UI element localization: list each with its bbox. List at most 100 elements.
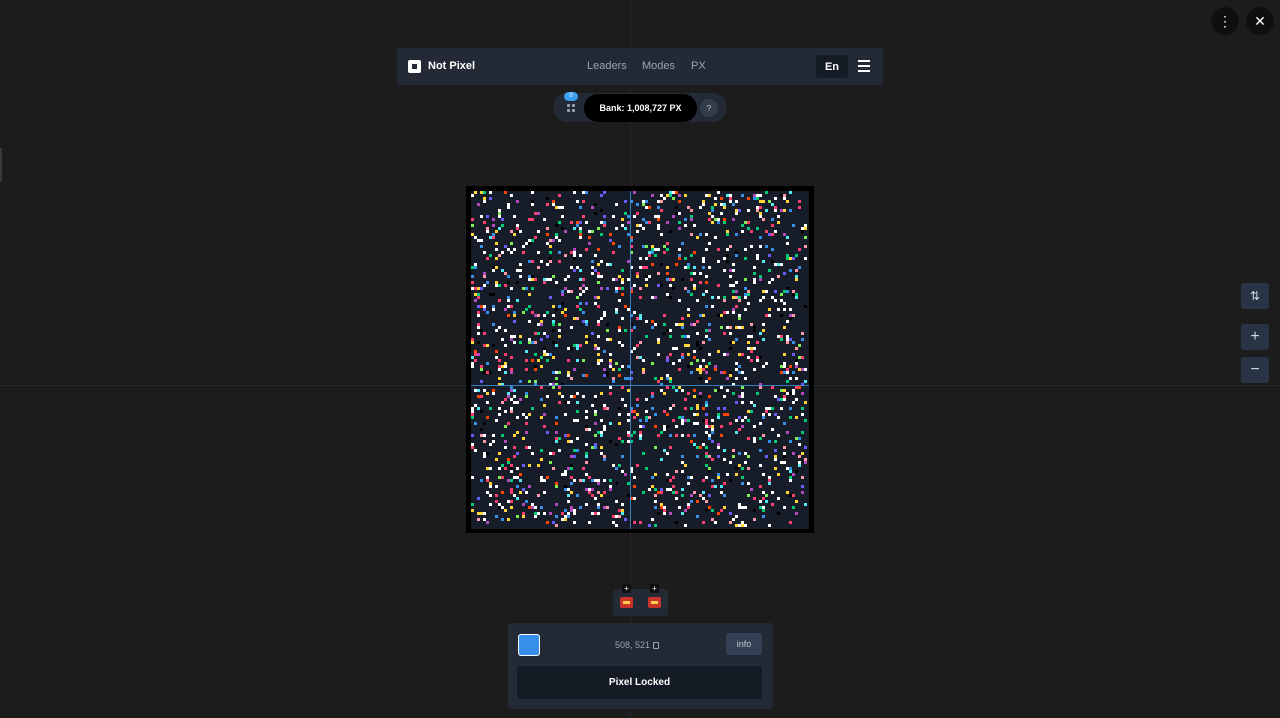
canvas-pixel — [795, 362, 798, 365]
canvas-pixel — [483, 251, 486, 254]
canvas-pixel — [702, 419, 705, 422]
canvas-pixel — [744, 461, 747, 464]
canvas-pixel — [792, 494, 795, 497]
zoom-in-button[interactable]: + — [1241, 324, 1269, 350]
canvas-pixel — [792, 392, 795, 395]
hamburger-menu-button[interactable] — [858, 60, 870, 72]
pixel-locked-button[interactable]: Pixel Locked — [517, 666, 762, 699]
booster-plus-icon[interactable]: + — [622, 584, 631, 593]
selected-color-swatch[interactable] — [518, 634, 540, 656]
canvas-pixel — [768, 440, 771, 443]
canvas-pixel — [681, 389, 684, 392]
canvas-pixel — [720, 434, 723, 437]
canvas-pixel — [702, 497, 705, 500]
info-button[interactable]: info — [726, 633, 762, 655]
canvas-pixel — [759, 485, 762, 488]
pixel-coordinates[interactable]: 508, 521 — [615, 640, 660, 650]
grid-dots-icon[interactable] — [567, 104, 575, 112]
canvas-pixel — [747, 335, 750, 338]
canvas-pixel — [795, 254, 798, 257]
canvas-pixel — [471, 413, 474, 416]
bank-balance-pill[interactable]: Bank: 1,008,727 PX — [584, 94, 697, 122]
canvas-pixel — [573, 455, 576, 458]
canvas-pixel — [507, 299, 510, 302]
canvas-pixel — [762, 200, 765, 203]
canvas-pixel — [510, 398, 513, 401]
close-button[interactable]: ✕ — [1246, 7, 1274, 35]
canvas-pixel — [564, 518, 567, 521]
canvas-pixel — [594, 422, 597, 425]
canvas-pixel — [654, 446, 657, 449]
canvas-pixel — [702, 314, 705, 317]
canvas-pixel — [555, 482, 558, 485]
canvas-pixel — [534, 365, 537, 368]
canvas-pixel — [750, 350, 753, 353]
canvas-pixel — [582, 200, 585, 203]
canvas-pixel — [561, 395, 564, 398]
zoom-out-button[interactable]: − — [1241, 357, 1269, 383]
canvas-pixel — [567, 500, 570, 503]
nav-link-modes[interactable]: Modes — [642, 60, 675, 72]
canvas-pixel — [606, 374, 609, 377]
canvas-pixel — [747, 437, 750, 440]
canvas-pixel — [729, 269, 732, 272]
canvas-pixel — [489, 371, 492, 374]
canvas-pixel — [561, 311, 564, 314]
canvas-pixel — [471, 434, 474, 437]
canvas-pixel — [558, 323, 561, 326]
canvas-pixel — [723, 332, 726, 335]
canvas-pixel — [591, 206, 594, 209]
canvas-pixel — [471, 281, 474, 284]
more-options-button[interactable]: ⋮ — [1211, 7, 1239, 35]
canvas-pixel — [783, 209, 786, 212]
nav-link-px[interactable]: PX — [691, 60, 706, 72]
canvas-pixel — [711, 479, 714, 482]
canvas-pixel — [690, 494, 693, 497]
canvas-pixel — [660, 389, 663, 392]
pixel-canvas[interactable] — [471, 191, 809, 529]
canvas-pixel — [666, 356, 669, 359]
help-button[interactable]: ? — [700, 99, 718, 117]
canvas-pixel — [642, 491, 645, 494]
canvas-pixel — [519, 479, 522, 482]
canvas-pixel — [483, 332, 486, 335]
canvas-pixel — [513, 314, 516, 317]
canvas-pixel — [699, 494, 702, 497]
booster-plus-icon[interactable]: + — [650, 584, 659, 593]
canvas-pixel — [780, 389, 783, 392]
canvas-pixel — [531, 200, 534, 203]
nav-link-leaders[interactable]: Leaders — [587, 60, 627, 72]
canvas-pixel — [546, 476, 549, 479]
canvas-pixel — [603, 221, 606, 224]
canvas-pixel — [486, 230, 489, 233]
canvas-pixel — [777, 398, 780, 401]
canvas-pixel — [546, 263, 549, 266]
canvas-pixel — [669, 335, 672, 338]
canvas-pixel — [564, 509, 567, 512]
booster-icon[interactable] — [620, 597, 633, 608]
canvas-pixel — [690, 362, 693, 365]
booster-icon[interactable] — [648, 597, 661, 608]
canvas-pixel — [708, 338, 711, 341]
canvas-pixel — [510, 410, 513, 413]
canvas-pixel — [651, 476, 654, 479]
canvas-pixel — [768, 314, 771, 317]
canvas-pixel — [693, 323, 696, 326]
language-button[interactable]: En — [816, 55, 848, 78]
canvas-pixel — [654, 524, 657, 527]
canvas-pixel — [687, 314, 690, 317]
canvas-pixel — [774, 299, 777, 302]
adjust-button[interactable]: ⇅ — [1241, 283, 1269, 309]
canvas-pixel — [621, 281, 624, 284]
canvas-pixel — [606, 506, 609, 509]
canvas-pixel — [600, 233, 603, 236]
canvas-pixel — [492, 236, 495, 239]
canvas-pixel — [747, 293, 750, 296]
canvas-pixel — [666, 413, 669, 416]
canvas-pixel — [726, 389, 729, 392]
canvas-pixel — [741, 230, 744, 233]
canvas-pixel — [765, 245, 768, 248]
canvas-pixel — [786, 236, 789, 239]
canvas-pixel — [579, 269, 582, 272]
brand-name[interactable]: Not Pixel — [428, 60, 475, 72]
